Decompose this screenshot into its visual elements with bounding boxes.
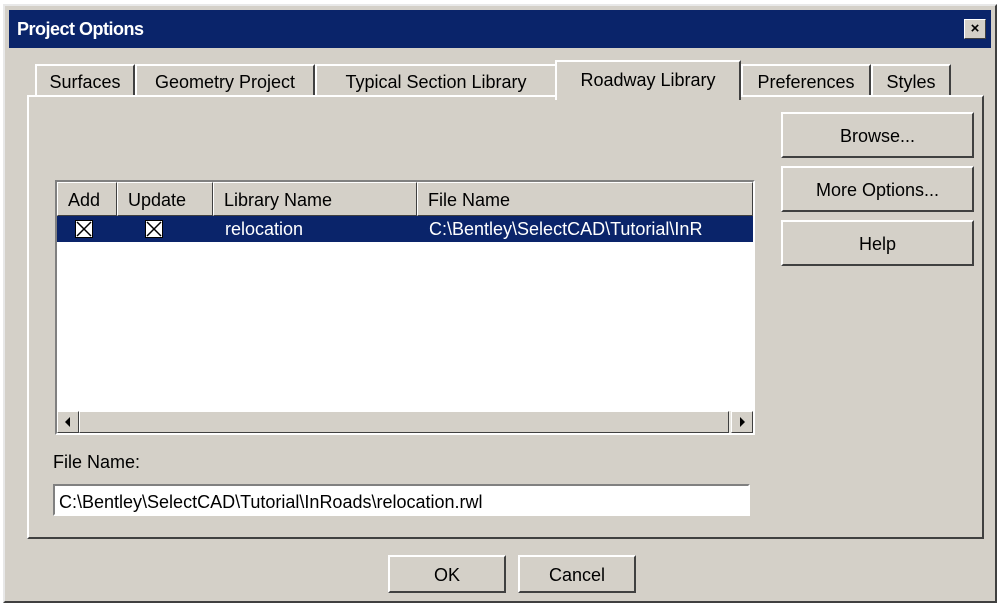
library-list[interactable]: Add Update Library Name File Name reloca…	[55, 180, 755, 435]
table-row[interactable]: relocation C:\Bentley\SelectCAD\Tutorial…	[57, 216, 753, 242]
arrow-left-icon	[65, 417, 70, 427]
title-bar[interactable]: Project Options ×	[9, 10, 991, 48]
ok-button[interactable]: OK	[388, 555, 506, 593]
column-header-update[interactable]: Update	[117, 182, 213, 216]
close-button[interactable]: ×	[964, 19, 986, 39]
tab-geometry-project[interactable]: Geometry Project	[135, 64, 315, 97]
column-header-library-name[interactable]: Library Name	[213, 182, 417, 216]
arrow-right-icon	[740, 417, 745, 427]
add-checkbox[interactable]	[75, 220, 93, 238]
tab-roadway-library[interactable]: Roadway Library	[555, 60, 741, 100]
cancel-button[interactable]: Cancel	[518, 555, 636, 593]
dialog-title: Project Options	[17, 19, 144, 39]
horizontal-scrollbar[interactable]	[57, 411, 753, 433]
tab-surfaces[interactable]: Surfaces	[35, 64, 135, 97]
help-button[interactable]: Help	[781, 220, 974, 266]
file-name-cell: C:\Bentley\SelectCAD\Tutorial\InR	[429, 219, 703, 239]
tab-styles[interactable]: Styles	[871, 64, 951, 97]
checkmark-x-icon	[76, 221, 92, 237]
column-header-add[interactable]: Add	[57, 182, 117, 216]
scrollbar-thumb[interactable]	[79, 411, 729, 433]
column-header-file-name[interactable]: File Name	[417, 182, 753, 216]
tab-typical-section-library[interactable]: Typical Section Library	[315, 64, 557, 97]
checkmark-x-icon	[146, 221, 162, 237]
library-name-cell: relocation	[225, 219, 304, 239]
scroll-left-button[interactable]	[57, 411, 79, 433]
project-options-dialog: Project Options × Surfaces Geometry Proj…	[3, 4, 997, 603]
close-icon: ×	[970, 20, 980, 37]
scroll-right-button[interactable]	[731, 411, 753, 433]
update-checkbox[interactable]	[145, 220, 163, 238]
more-options-button[interactable]: More Options...	[781, 166, 974, 212]
browse-button[interactable]: Browse...	[781, 112, 974, 158]
file-name-field[interactable]	[53, 484, 750, 516]
tab-preferences[interactable]: Preferences	[741, 64, 871, 97]
file-name-label: File Name:	[53, 452, 141, 472]
